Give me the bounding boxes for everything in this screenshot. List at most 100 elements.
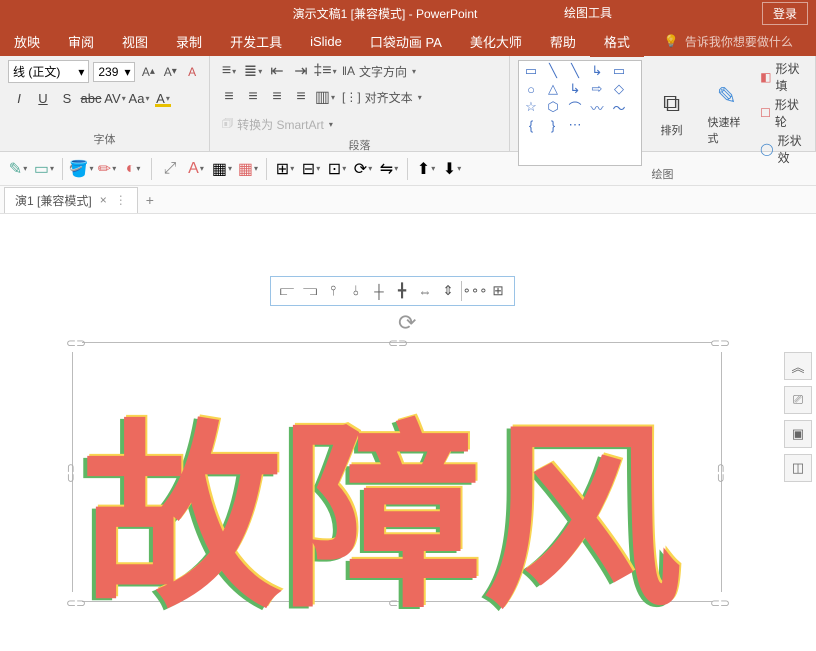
font-name-combo[interactable]: 线 (正文)▾ bbox=[8, 60, 89, 83]
handle-ml[interactable]: ⊂⊃ bbox=[66, 463, 78, 481]
arrange-button[interactable]: ⧉ 排列 bbox=[650, 60, 694, 166]
indent-increase-button[interactable]: ⇥ bbox=[290, 60, 312, 82]
shape-line2-icon[interactable]: ╲ bbox=[565, 63, 585, 79]
shape-rect-icon[interactable]: ▭ bbox=[609, 63, 629, 79]
tab-pocket-anim[interactable]: 口袋动画 PA bbox=[356, 26, 456, 57]
shapes-gallery[interactable]: ▭ ╲ ╲ ↳ ▭ ○ △ ↳ ⇨ ◇ ☆ ⬡ ⌒ 〰 〜 { } ⋯ bbox=[518, 60, 642, 166]
columns-button[interactable]: ▥▾ bbox=[314, 86, 336, 108]
shape-lbrace-icon[interactable]: { bbox=[521, 117, 541, 133]
bring-front-tool[interactable]: ⬆▾ bbox=[414, 157, 438, 181]
effect-tool[interactable]: ◐▾ bbox=[121, 157, 145, 181]
strike-button[interactable]: abc bbox=[80, 87, 102, 109]
align-left-button[interactable]: ≡ bbox=[218, 86, 240, 108]
handle-tc[interactable]: ⊂⊃ bbox=[388, 336, 406, 348]
smartart-button[interactable]: 🗊 转换为 SmartArt▾ bbox=[218, 112, 337, 137]
shape-rbrace-icon[interactable]: } bbox=[543, 117, 563, 133]
align-center-button[interactable]: ≡ bbox=[242, 86, 264, 108]
align-bottom-mini[interactable]: ⫰ bbox=[346, 281, 366, 301]
shape-connector-icon[interactable]: ↳ bbox=[587, 63, 607, 79]
tab-beautify[interactable]: 美化大师 bbox=[456, 26, 536, 57]
outline-tool[interactable]: ✏▾ bbox=[95, 157, 119, 181]
shape-triangle-icon[interactable]: △ bbox=[543, 81, 563, 97]
swatch-tool[interactable]: ▦▾ bbox=[210, 157, 234, 181]
tab-slideshow[interactable]: 放映 bbox=[0, 26, 54, 57]
handle-mr[interactable]: ⊂⊃ bbox=[716, 463, 728, 481]
handle-tl[interactable]: ⊂⊃ bbox=[66, 336, 84, 348]
align-center-v-mini[interactable]: ╋ bbox=[392, 281, 412, 301]
shape-oval-icon[interactable]: ○ bbox=[521, 81, 541, 97]
grid-mini[interactable]: ⊞ bbox=[488, 281, 508, 301]
shape-hex-icon[interactable]: ⬡ bbox=[543, 99, 563, 115]
change-case-button[interactable]: Aa▾ bbox=[128, 87, 150, 109]
flip-tool[interactable]: ⇋▾ bbox=[377, 157, 401, 181]
shape-arrow-icon[interactable]: ⇨ bbox=[587, 81, 607, 97]
align-center-h-mini[interactable]: ┼ bbox=[369, 281, 389, 301]
swatch2-tool[interactable]: ▦▾ bbox=[236, 157, 260, 181]
tab-format[interactable]: 格式 bbox=[590, 26, 644, 57]
panel3-button[interactable]: ◫ bbox=[784, 454, 812, 482]
shape-curve-icon[interactable]: 〰 bbox=[587, 99, 607, 115]
document-tab[interactable]: 演1 [兼容模式] × ⋮ bbox=[4, 187, 138, 213]
align-top-mini[interactable]: ⫯ bbox=[323, 281, 343, 301]
tab-record[interactable]: 录制 bbox=[162, 26, 216, 57]
handle-br[interactable]: ⊂⊃ bbox=[710, 596, 728, 608]
panel1-button[interactable]: ⎚ bbox=[784, 386, 812, 414]
panel2-button[interactable]: ▣ bbox=[784, 420, 812, 448]
font-size-combo[interactable]: 239▾ bbox=[93, 62, 135, 82]
rotation-handle[interactable]: ⟳ bbox=[398, 310, 416, 336]
shape-diamond-icon[interactable]: ◇ bbox=[609, 81, 629, 97]
fill-tool[interactable]: 🪣▾ bbox=[69, 157, 93, 181]
eyedropper-tool[interactable]: ⤢ bbox=[158, 157, 182, 181]
tell-me-search[interactable]: 💡 告诉我你想要做什么 bbox=[664, 33, 793, 50]
login-button[interactable]: 登录 bbox=[762, 2, 808, 25]
close-icon[interactable]: × bbox=[100, 193, 107, 207]
shape-line-icon[interactable]: ╲ bbox=[543, 63, 563, 79]
clear-format-button[interactable]: A bbox=[183, 62, 201, 82]
group-tool[interactable]: ⊞▾ bbox=[273, 157, 297, 181]
shape-more-icon[interactable]: ⋯ bbox=[565, 117, 585, 133]
shape-wave-icon[interactable]: 〜 bbox=[609, 99, 629, 115]
increase-font-button[interactable]: A▴ bbox=[139, 62, 157, 82]
shadow-button[interactable]: S bbox=[56, 87, 78, 109]
rect-tool[interactable]: ▭▾ bbox=[32, 157, 56, 181]
shape-outline-button[interactable]: ☐形状轮 bbox=[760, 96, 807, 130]
tab-developer[interactable]: 开发工具 bbox=[216, 26, 296, 57]
shape-textbox-icon[interactable]: ▭ bbox=[521, 63, 541, 79]
tab-help[interactable]: 帮助 bbox=[536, 26, 590, 57]
align-left-mini[interactable]: ⫍ bbox=[277, 281, 297, 301]
shape-star-icon[interactable]: ☆ bbox=[521, 99, 541, 115]
canvas-area[interactable]: ⫍ ⫎ ⫯ ⫰ ┼ ╋ ⇔ ⇕ ∘∘∘ ⊞ ⟳ ⊂⊃ ⊂⊃ ⊂⊃ ⊂⊃ ⊂⊃ ⊂… bbox=[0, 214, 816, 649]
shape-elbow-icon[interactable]: ↳ bbox=[565, 81, 585, 97]
align-tool[interactable]: ⊟▾ bbox=[299, 157, 323, 181]
align-right-mini[interactable]: ⫎ bbox=[300, 281, 320, 301]
rotate-tool[interactable]: ⟳▾ bbox=[351, 157, 375, 181]
decrease-font-button[interactable]: A▾ bbox=[161, 62, 179, 82]
numbering-button[interactable]: ≣▾ bbox=[242, 60, 264, 82]
align-text-button[interactable]: [⋮] 对齐文本▾ bbox=[338, 87, 426, 108]
fontcolor-tool[interactable]: A▾ bbox=[184, 157, 208, 181]
tab-menu-icon[interactable]: ⋮ bbox=[115, 193, 127, 207]
shape-fill-button[interactable]: ◧形状填 bbox=[760, 60, 807, 94]
brush-tool[interactable]: ✎▾ bbox=[6, 157, 30, 181]
dist-h-mini[interactable]: ⇔ bbox=[415, 281, 435, 301]
send-back-tool[interactable]: ⬇▾ bbox=[440, 157, 464, 181]
italic-button[interactable]: I bbox=[8, 87, 30, 109]
align-justify-button[interactable]: ≡ bbox=[290, 86, 312, 108]
char-spacing-button[interactable]: AV▾ bbox=[104, 87, 126, 109]
indent-decrease-button[interactable]: ⇤ bbox=[266, 60, 288, 82]
tab-view[interactable]: 视图 bbox=[108, 26, 162, 57]
font-color-button[interactable]: A▾ bbox=[152, 87, 174, 109]
shape-effects-button[interactable]: ◯形状效 bbox=[760, 132, 807, 166]
collapse-button[interactable]: ︽ bbox=[784, 352, 812, 380]
dist-v-mini[interactable]: ⇕ bbox=[438, 281, 458, 301]
line-spacing-button[interactable]: ‡≡▾ bbox=[314, 60, 336, 82]
handle-tr[interactable]: ⊂⊃ bbox=[710, 336, 728, 348]
quick-styles-button[interactable]: ✎ 快速样式 bbox=[702, 60, 753, 166]
underline-button[interactable]: U bbox=[32, 87, 54, 109]
tab-islide[interactable]: iSlide bbox=[296, 28, 356, 55]
spacing-mini[interactable]: ∘∘∘ bbox=[465, 281, 485, 301]
bullets-button[interactable]: ≡▾ bbox=[218, 60, 240, 82]
text-direction-button[interactable]: ‖A 文字方向▾ bbox=[338, 61, 420, 82]
align-right-button[interactable]: ≡ bbox=[266, 86, 288, 108]
new-tab-button[interactable]: + bbox=[138, 188, 162, 212]
